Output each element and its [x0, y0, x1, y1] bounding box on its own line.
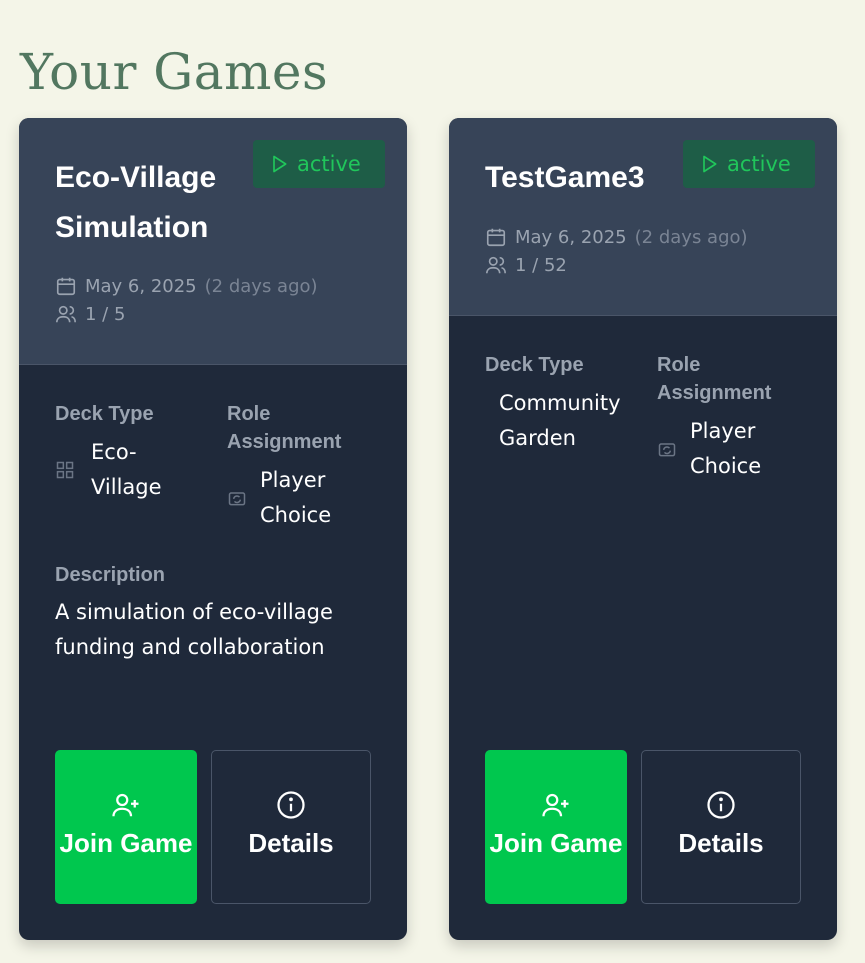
game-card: active Eco-Village Simulation May 6, 202… — [19, 118, 407, 940]
details-button[interactable]: Details — [641, 750, 801, 904]
deck-type-value: Community Garden — [499, 391, 621, 450]
role-assignment-value: Player Choice — [260, 468, 332, 527]
status-text: active — [297, 152, 361, 176]
role-assignment-value: Player Choice — [690, 419, 762, 478]
status-badge: active — [683, 140, 815, 188]
users-icon — [486, 256, 506, 274]
role-assignment-label: Role Assignment — [657, 354, 772, 404]
details-label: Details — [678, 828, 764, 858]
player-count: 1 / 5 — [85, 303, 126, 325]
game-meta: May 6, 2025 (2 days ago) 1 / 5 — [55, 272, 318, 328]
game-date: May 6, 2025 — [515, 226, 627, 248]
description-label: Description — [55, 564, 166, 586]
card-header: active TestGame3 May 6, 2025 (2 days ago… — [449, 118, 837, 316]
users-icon — [56, 305, 76, 323]
join-game-label: Join Game — [59, 828, 193, 858]
deck-type-label: Deck Type — [485, 354, 584, 376]
user-plus-icon — [112, 793, 139, 817]
details-button[interactable]: Details — [211, 750, 371, 904]
game-card: active TestGame3 May 6, 2025 (2 days ago… — [449, 118, 837, 940]
calendar-icon — [486, 228, 506, 247]
play-icon — [703, 155, 717, 173]
grid-icon — [56, 461, 74, 479]
info-icon — [277, 791, 305, 819]
description-text: A simulation of eco-village funding and … — [55, 600, 333, 659]
game-date: May 6, 2025 — [85, 275, 197, 297]
user-plus-icon — [542, 793, 569, 817]
play-icon — [273, 155, 287, 173]
deck-type-label: Deck Type — [55, 403, 154, 425]
join-game-button[interactable]: Join Game — [485, 750, 627, 904]
calendar-icon — [56, 277, 76, 296]
status-badge: active — [253, 140, 385, 188]
join-game-label: Join Game — [489, 828, 623, 858]
player-count: 1 / 52 — [515, 254, 567, 276]
swap-role-icon — [228, 492, 246, 506]
details-label: Details — [248, 828, 334, 858]
game-title: TestGame3 — [485, 161, 645, 194]
info-icon — [707, 791, 735, 819]
card-header: active Eco-Village Simulation May 6, 202… — [19, 118, 407, 365]
game-meta: May 6, 2025 (2 days ago) 1 / 52 — [485, 223, 748, 279]
join-game-button[interactable]: Join Game — [55, 750, 197, 904]
status-text: active — [727, 152, 791, 176]
game-title: Eco-Village Simulation — [55, 161, 217, 244]
game-date-relative: (2 days ago) — [204, 275, 318, 297]
deck-type-value: Eco-Village — [91, 440, 162, 499]
game-date-relative: (2 days ago) — [634, 226, 748, 248]
role-assignment-label: Role Assignment — [227, 403, 342, 453]
swap-role-icon — [658, 443, 676, 457]
page-title: Your Games — [20, 42, 329, 101]
